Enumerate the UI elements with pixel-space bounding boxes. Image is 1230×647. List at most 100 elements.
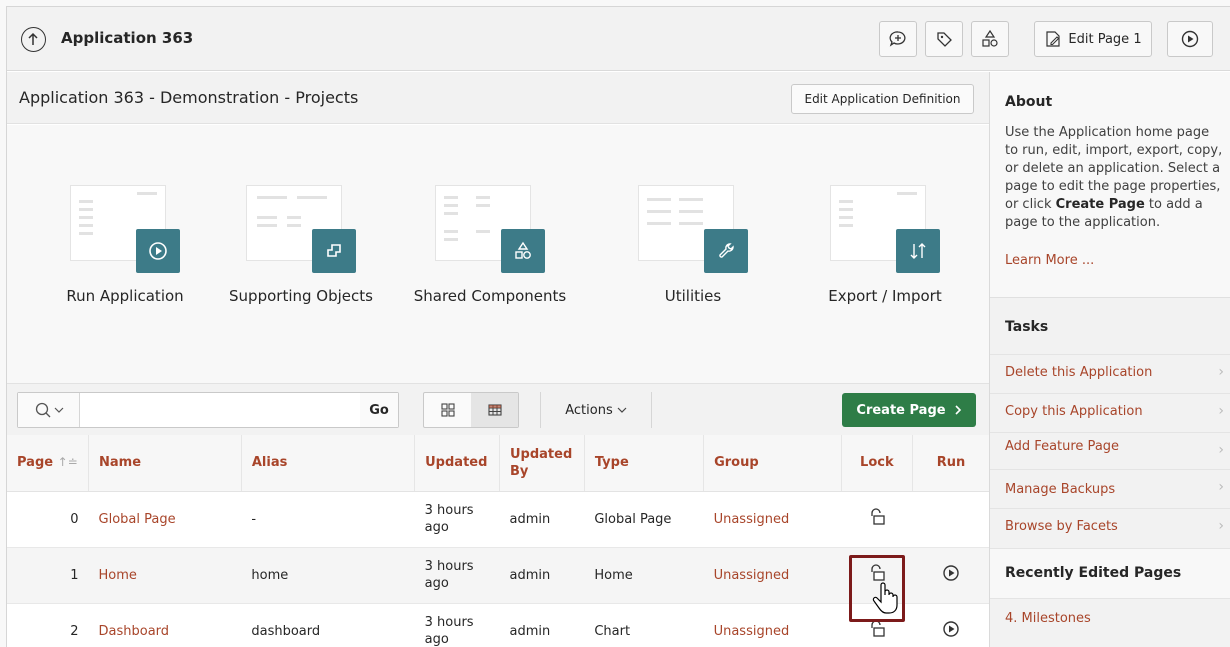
cell-page: 0 [7,491,89,548]
recent-pages-header: Recently Edited Pages [990,548,1230,598]
edit-page-button[interactable]: Edit Page 1 [1034,21,1152,57]
app-window: Application 363 Edit Page 1 Application … [6,6,1230,647]
app-title[interactable]: Application 363 [61,29,193,47]
cell-group-link[interactable]: Unassigned [703,547,842,604]
search-box: Go [17,392,399,428]
cell-page: 1 [7,547,89,604]
up-arrow-icon[interactable] [21,27,46,52]
report-toolbar: Go Actions Create Page [7,383,989,435]
cell-alias: - [241,491,415,548]
supporting-objects-icon [312,229,356,273]
arrows-updown-icon [896,229,940,273]
cell-run [912,491,989,548]
lock-highlight-box [849,555,905,622]
view-toggle [423,392,519,428]
cell-alias: home [241,547,415,604]
tile-utilities[interactable]: Utilities [603,185,783,305]
wrench-icon [704,229,748,273]
cell-type: Chart [584,603,704,647]
chevron-right-icon [955,405,961,415]
tile-shared-components[interactable]: Shared Components [400,185,580,305]
chevron-down-icon [54,407,63,413]
cell-name-link[interactable]: Home [88,547,242,604]
play-circle-icon [1181,30,1199,48]
chevron-right-icon: › [1218,442,1224,458]
column-header-name[interactable]: Name [88,435,242,492]
cell-updated: 3 hours ago [414,491,500,548]
cell-name-link[interactable]: Global Page [88,491,242,548]
sort-ascending-icon: ↑≐ [57,455,78,470]
shapes-icon [501,229,545,273]
learn-more-link[interactable]: Learn More ... [1005,253,1094,268]
actions-menu-button[interactable]: Actions [540,392,652,428]
chevron-right-icon: › [1218,403,1224,419]
chevron-right-icon: › [1218,518,1224,534]
supporting-objects-art [246,185,356,273]
about-title: About [1005,94,1053,110]
run-page-button[interactable] [1167,21,1213,57]
cell-alias: dashboard [241,603,415,647]
tasks-title: Tasks [1005,319,1049,335]
task-add-feature-page[interactable]: Add Feature Page › [990,432,1230,470]
search-column-dropdown[interactable] [18,393,80,427]
column-header-updated[interactable]: Updated [414,435,500,492]
about-text: Use the Application home page to run, ed… [1005,125,1223,230]
table-row: 2 Dashboard dashboard 3 hours ago admin … [7,603,989,647]
report-view-button[interactable] [471,393,518,427]
chevron-down-icon [617,407,627,413]
column-header-alias[interactable]: Alias [241,435,416,492]
cell-updated-by: admin [499,491,585,548]
column-header-lock[interactable]: Lock [841,435,913,492]
utilities-art [638,185,748,273]
edit-application-definition-button[interactable]: Edit Application Definition [791,84,974,114]
column-header-type[interactable]: Type [584,435,705,492]
shapes-icon [982,29,998,47]
unlock-icon[interactable] [868,507,886,527]
cell-type: Home [584,547,704,604]
task-delete-application[interactable]: Delete this Application › [990,354,1230,392]
hand-cursor-icon [872,582,898,614]
cell-page: 2 [7,603,89,647]
create-page-label: Create Page [856,402,946,418]
table-row: 1 Home home 3 hours ago admin Home Unass… [7,547,989,604]
table-header-row: Page ↑≐ Name Alias Updated Updated By Ty… [7,435,989,492]
cell-group-link[interactable]: Unassigned [703,603,842,647]
icon-view-button[interactable] [424,393,471,427]
cell-updated-by: admin [499,547,585,604]
cell-group-link[interactable]: Unassigned [703,491,842,548]
search-icon [35,402,50,418]
tile-export-import[interactable]: Export / Import [795,185,975,305]
cell-updated: 3 hours ago [414,547,500,604]
grid-icon [440,403,455,417]
task-copy-application[interactable]: Copy this Application › [990,393,1230,431]
create-page-button[interactable]: Create Page [842,393,976,427]
pages-table: Page ↑≐ Name Alias Updated Updated By Ty… [7,435,989,647]
cell-updated: 3 hours ago [414,603,500,647]
tile-label: Utilities [664,287,722,305]
export-import-art [830,185,940,273]
recent-page-item[interactable]: 4. Milestones [990,598,1230,636]
search-input[interactable] [80,393,360,427]
task-manage-backups[interactable]: Manage Backups › [990,469,1230,507]
column-header-group[interactable]: Group [703,435,842,492]
side-panel: About Use the Application home page to r… [989,72,1230,647]
play-circle-icon[interactable] [942,564,960,582]
column-header-updated-by[interactable]: Updated By [499,435,585,492]
column-header-run[interactable]: Run [912,435,989,492]
column-header-page[interactable]: Page ↑≐ [7,435,90,492]
edit-page-label: Edit Page 1 [1068,31,1142,47]
feedback-button[interactable] [879,21,917,57]
cell-lock [841,491,913,548]
cell-name-link[interactable]: Dashboard [88,603,242,647]
actions-label: Actions [565,402,613,418]
chevron-right-icon: › [1218,364,1224,380]
tile-supporting-objects[interactable]: Supporting Objects [211,185,391,305]
task-browse-by-facets[interactable]: Browse by Facets › [990,508,1230,546]
tag-button[interactable] [925,21,963,57]
go-button[interactable]: Go [360,393,398,427]
application-icons: Run Application Supporting Objects Share… [7,125,989,383]
tile-run-application[interactable]: Run Application [35,185,215,305]
chevron-right-icon: › [1218,479,1224,495]
shared-components-button[interactable] [971,21,1009,57]
play-circle-icon[interactable] [942,620,960,638]
